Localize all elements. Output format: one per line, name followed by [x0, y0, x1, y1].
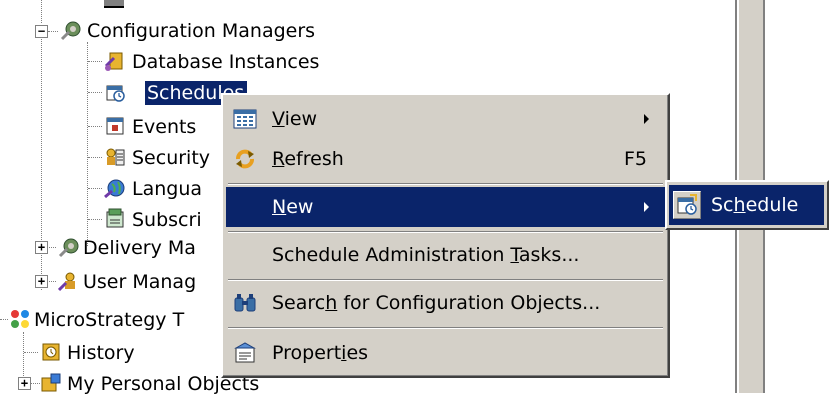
gear-wrench-icon [60, 21, 81, 41]
tree-item-configuration-managers[interactable]: Configuration Managers [87, 19, 315, 43]
history-icon [42, 343, 60, 361]
tree-item-user-managers[interactable]: User Manag [83, 270, 221, 294]
menu-item-label: Properties [272, 342, 369, 364]
tree-item-database-instances[interactable]: Database Instances [132, 50, 319, 74]
menu-item-search-configuration-objects[interactable]: Search for Configuration Objects... [226, 283, 665, 323]
tree-item-security[interactable]: Security [132, 146, 221, 170]
submenu-item-schedule[interactable]: Schedule [669, 185, 824, 225]
submenu-arrow-icon [644, 202, 649, 212]
expand-toggle-icon[interactable]: + [35, 241, 48, 254]
properties-icon [234, 342, 256, 363]
menu-item-schedule-administration-tasks[interactable]: Schedule Administration Tasks... [226, 235, 665, 275]
menu-item-view[interactable]: View [226, 99, 665, 139]
submenu-item-label: Schedule [711, 194, 799, 216]
project-source-icon [11, 310, 29, 328]
menu-item-refresh[interactable]: Refresh F5 [226, 139, 665, 179]
personal-objects-icon [41, 373, 61, 392]
menu-item-label: Schedule Administration Tasks... [272, 244, 580, 266]
user-manager-icon [58, 272, 75, 292]
new-schedule-icon [677, 194, 697, 215]
submenu-arrow-icon [644, 114, 649, 124]
tree-item-history[interactable]: History [67, 341, 135, 365]
database-instance-icon [104, 52, 123, 71]
refresh-icon [236, 149, 254, 169]
menu-item-label: New [272, 196, 314, 218]
subscription-icon [106, 208, 124, 228]
tree-item-microstrategy-tutorial[interactable]: MicroStrategy T [34, 308, 221, 332]
truncated-tree-item-icon [104, 0, 124, 8]
tree-item-delivery-managers[interactable]: Delivery Ma [83, 236, 221, 260]
tree-item-events[interactable]: Events [132, 115, 196, 139]
menu-item-label: Refresh [272, 148, 344, 170]
tree-item-languages[interactable]: Langua [132, 177, 221, 201]
view-icon [233, 109, 257, 129]
schedule-icon [106, 85, 125, 102]
menu-item-new[interactable]: New [226, 187, 665, 227]
menu-separator [228, 183, 663, 185]
context-menu: View Refresh F5 New Schedule Administrat… [221, 93, 670, 378]
tree-item-subscriptions[interactable]: Subscri [132, 208, 221, 232]
language-globe-icon [104, 179, 125, 199]
security-icon [106, 148, 125, 166]
new-submenu: Schedule [665, 180, 829, 230]
menu-item-properties[interactable]: Properties [226, 333, 665, 373]
menu-separator [228, 231, 663, 233]
event-icon [106, 117, 124, 135]
binoculars-icon [234, 294, 256, 312]
expand-toggle-icon[interactable]: + [35, 275, 48, 288]
shortcut-label: F5 [623, 148, 647, 170]
expand-toggle-icon[interactable]: + [18, 377, 31, 390]
menu-separator [228, 279, 663, 281]
collapse-toggle-icon[interactable]: − [35, 25, 48, 38]
menu-item-label: Search for Configuration Objects... [272, 292, 601, 314]
menu-separator [228, 327, 663, 329]
menu-item-label: View [272, 108, 318, 130]
gear-wrench-icon [58, 238, 79, 258]
